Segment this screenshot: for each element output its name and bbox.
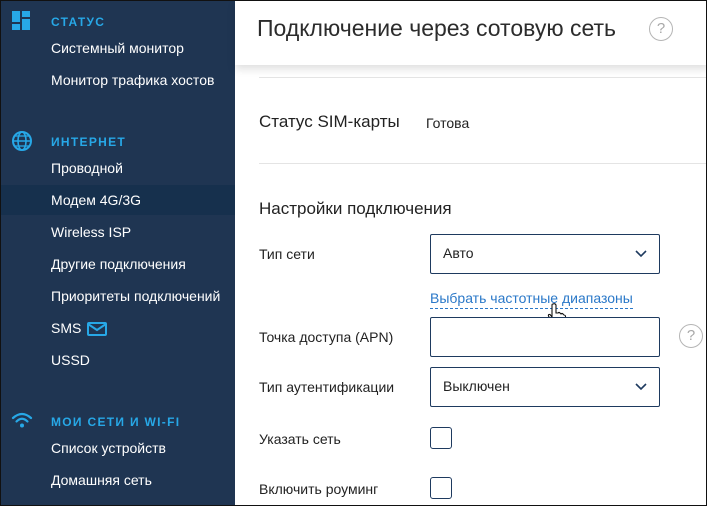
sidebar-item-label: Другие подключения <box>51 256 186 272</box>
sim-status-label: Статус SIM-карты <box>259 112 400 131</box>
sidebar-item-label: Модем 4G/3G <box>51 192 142 208</box>
auth-type-select[interactable]: Выключен <box>430 367 660 407</box>
roaming-checkbox[interactable] <box>430 477 452 499</box>
help-icon[interactable]: ? <box>649 17 673 41</box>
sidebar-section-title: МОИ СЕТИ И WI-FI <box>51 415 181 429</box>
app-window: СТАТУС Системный монитор Монитор трафика… <box>0 0 707 506</box>
apn-help-icon[interactable]: ? <box>679 324 703 348</box>
sidebar-item-label: Приоритеты подключений <box>51 288 221 304</box>
page-header: Подключение через сотовую сеть ? <box>235 1 706 65</box>
auth-type-value: Выключен <box>443 378 510 394</box>
sidebar-item-label: USSD <box>51 352 90 368</box>
sidebar-item-wireless-isp[interactable]: Wireless ISP <box>1 217 235 247</box>
sidebar-item-other-connections[interactable]: Другие подключения <box>1 249 235 279</box>
sidebar-section-my-networks: МОИ СЕТИ И WI-FI <box>1 410 235 434</box>
select-frequency-bands-link[interactable]: Выбрать частотные диапазоны <box>430 290 633 309</box>
sidebar-item-connection-priorities[interactable]: Приоритеты подключений <box>1 281 235 311</box>
main-content: Подключение через сотовую сеть ? Статус … <box>235 1 706 505</box>
sidebar-item-home-network[interactable]: Домашняя сеть <box>1 465 235 495</box>
sidebar-item-label: Wireless ISP <box>51 224 132 240</box>
sidebar-item-device-list[interactable]: Список устройств <box>1 433 235 463</box>
sidebar-section-title: ИНТЕРНЕТ <box>51 135 127 149</box>
dashboard-icon <box>12 11 30 30</box>
sidebar-section-title: СТАТУС <box>51 15 106 29</box>
sidebar-item-label: Системный монитор <box>51 40 184 56</box>
network-type-select[interactable]: Авто <box>430 234 660 274</box>
globe-icon <box>12 131 32 151</box>
sidebar-item-sms[interactable]: SMS <box>1 313 235 343</box>
page-title: Подключение через сотовую сеть <box>257 15 617 41</box>
chevron-down-icon <box>635 383 647 391</box>
apn-label: Точка доступа (APN) <box>259 329 394 345</box>
sidebar-item-label: Домашняя сеть <box>51 472 152 488</box>
wifi-icon <box>11 412 33 428</box>
sidebar-section-internet: ИНТЕРНЕТ <box>1 130 235 154</box>
settings-heading: Настройки подключения <box>259 199 452 218</box>
auth-type-label: Тип аутентификации <box>259 379 395 395</box>
network-type-label: Тип сети <box>259 246 315 262</box>
sidebar-item-modem[interactable]: Модем 4G/3G <box>1 185 235 215</box>
specify-network-checkbox[interactable] <box>430 427 452 449</box>
sidebar-item-label: SMS <box>51 320 82 336</box>
apn-input[interactable] <box>430 317 660 357</box>
network-type-value: Авто <box>443 245 474 261</box>
sidebar: СТАТУС Системный монитор Монитор трафика… <box>1 1 235 505</box>
sidebar-item-system-monitor[interactable]: Системный монитор <box>1 33 235 63</box>
sim-status-value: Готова <box>426 115 470 131</box>
sidebar-item-label: Проводной <box>51 160 123 176</box>
sidebar-item-label: Список устройств <box>51 440 166 456</box>
specify-network-label: Указать сеть <box>259 431 341 447</box>
sidebar-item-label: Монитор трафика хостов <box>51 72 215 88</box>
divider <box>259 163 706 164</box>
sidebar-section-status: СТАТУС <box>1 10 235 34</box>
sidebar-item-host-traffic[interactable]: Монитор трафика хостов <box>1 65 235 95</box>
chevron-down-icon <box>635 250 647 258</box>
roaming-label: Включить роуминг <box>259 481 379 497</box>
divider <box>259 77 706 78</box>
mail-icon <box>87 322 107 336</box>
sidebar-item-wired[interactable]: Проводной <box>1 153 235 183</box>
sidebar-item-ussd[interactable]: USSD <box>1 345 235 375</box>
